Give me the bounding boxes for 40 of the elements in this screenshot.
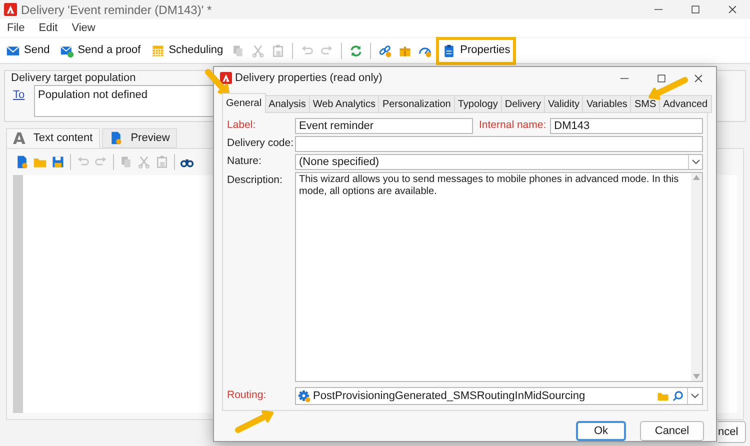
group-title: Delivery target population xyxy=(11,71,136,86)
internal-name-field[interactable]: DM143 xyxy=(550,118,703,134)
menu-item[interactable]: View xyxy=(72,20,96,36)
dialog-tab[interactable]: Validity xyxy=(544,95,584,113)
toolbar-button[interactable]: Send a proof xyxy=(56,40,145,62)
field-label: Nature: xyxy=(227,154,262,170)
to-link[interactable]: To xyxy=(13,87,25,104)
window-title: Delivery 'Event reminder (DM143)' * xyxy=(21,2,212,18)
dropdown-value: (None specified) xyxy=(298,155,380,169)
cancel-button[interactable]: ncel xyxy=(718,421,746,443)
dialog-tab[interactable]: Variables xyxy=(582,95,632,113)
field-label: Description: xyxy=(227,173,284,188)
menu-item[interactable]: File xyxy=(7,20,25,36)
dialog-tab[interactable]: Web Analytics xyxy=(308,95,380,113)
cancel-button[interactable]: Cancel xyxy=(640,421,704,441)
dialog-tab[interactable]: Analysis xyxy=(264,95,310,113)
dialog-tab[interactable]: Typology xyxy=(454,95,502,113)
routing-value: PostProvisioningGenerated_SMSRoutingInMidSourcing xyxy=(313,388,586,404)
label-field[interactable]: Event reminder xyxy=(295,118,473,134)
toolbar-button[interactable]: Send xyxy=(2,40,54,62)
field-label: Label: xyxy=(227,118,257,134)
description-field[interactable]: This wizard allows you to send messages to mobile phones in advanced mode. In this mode, all options are available. xyxy=(295,172,703,382)
ok-button[interactable]: Ok xyxy=(576,421,626,441)
content-tab[interactable]: Preview xyxy=(102,128,177,148)
nature-dropdown[interactable]: (None specified) xyxy=(295,154,703,170)
description-text: This wizard allows you to send messages to mobile phones in advanced mode. In this mode, all options are available. xyxy=(298,173,680,199)
letter-icon: A xyxy=(13,130,26,146)
dialog-tab[interactable]: General xyxy=(222,93,266,113)
dialog-tab[interactable]: Delivery xyxy=(500,95,545,113)
toolbar-button[interactable]: Scheduling xyxy=(146,40,228,62)
field-label: Delivery code: xyxy=(227,136,293,152)
dialog-tab[interactable]: Personalization xyxy=(378,95,455,113)
dialog-tab[interactable]: Advanced xyxy=(659,95,712,113)
dialog-title: Delivery properties (read only) xyxy=(235,70,382,86)
field-label: Routing: xyxy=(227,388,268,404)
menu-item[interactable]: Edit xyxy=(38,20,58,36)
routing-field[interactable]: PostProvisioningGenerated_SMSRoutingInMidSourcing xyxy=(295,387,703,405)
toolbar-button[interactable]: Properties xyxy=(436,36,516,64)
field-label: Internal name: xyxy=(479,118,546,134)
content-tab[interactable]: A Text content xyxy=(6,128,100,148)
